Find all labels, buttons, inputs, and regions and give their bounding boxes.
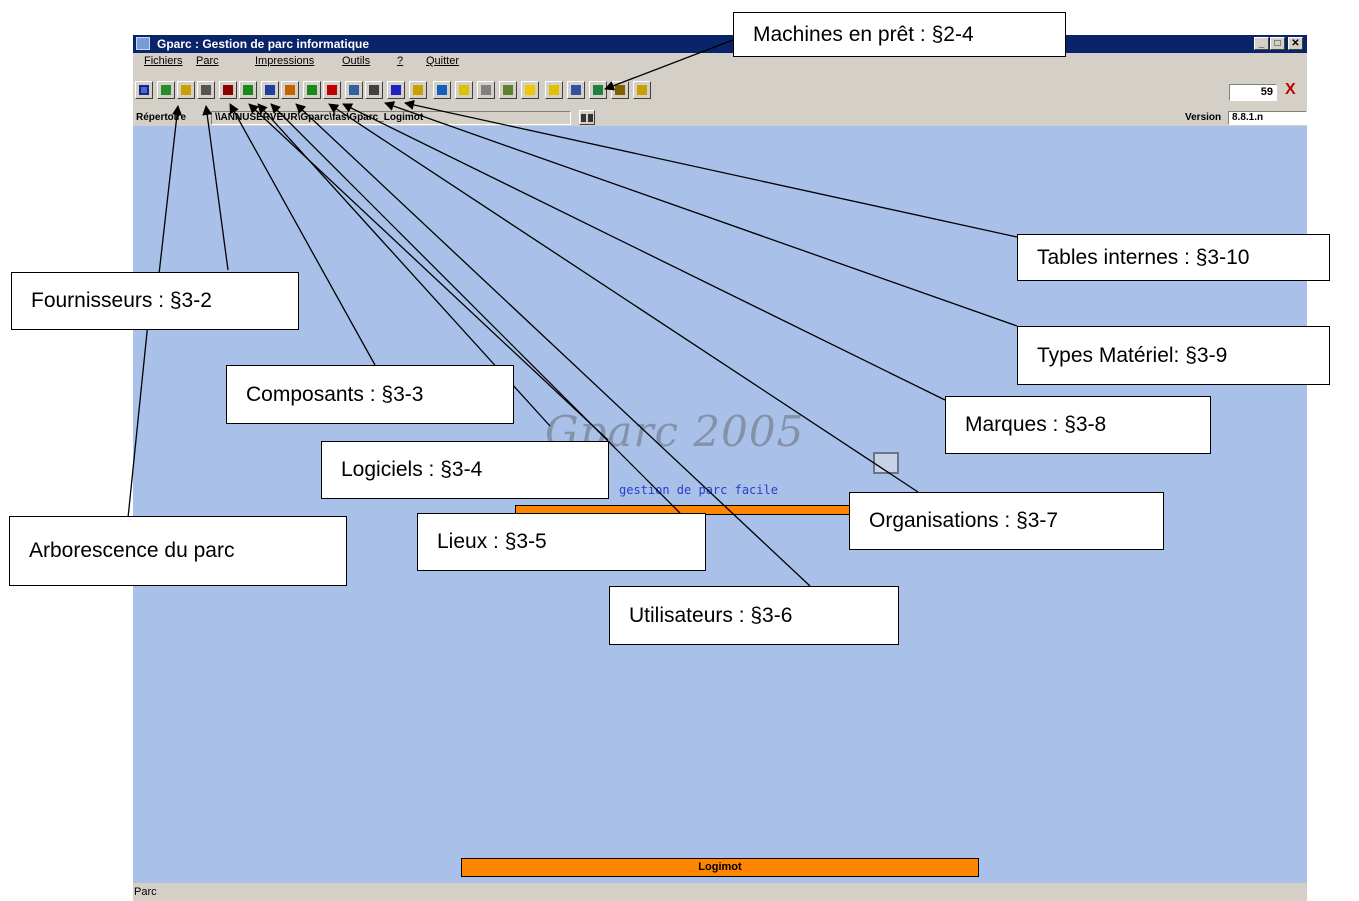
callout-fournisseurs: Fournisseurs : §3-2 <box>11 272 299 330</box>
callout-organisations: Organisations : §3-7 <box>849 492 1164 550</box>
arrow-machines <box>604 39 734 91</box>
arrow-marques <box>342 103 946 401</box>
arrow-fournisseurs-a <box>157 105 182 284</box>
callout-types-materiel: Types Matériel: §3-9 <box>1017 326 1330 385</box>
callout-lieux: Lieux : §3-5 <box>417 513 706 571</box>
callout-arborescence: Arborescence du parc <box>9 516 347 586</box>
callout-logiciels: Logiciels : §3-4 <box>321 441 609 499</box>
callout-composants: Composants : §3-3 <box>226 365 514 424</box>
callout-marques: Marques : §3-8 <box>945 396 1211 454</box>
callout-tables-internes: Tables internes : §3-10 <box>1017 234 1330 281</box>
arrow-types <box>384 101 1018 327</box>
arrow-arborescence <box>127 302 155 519</box>
callout-utilisateurs: Utilisateurs : §3-6 <box>609 586 899 645</box>
callout-machines-en-pret: Machines en prêt : §2-4 <box>733 12 1066 57</box>
arrow-organisations <box>328 103 919 493</box>
arrow-tables <box>404 100 1018 238</box>
arrow-fournisseurs-b <box>202 105 229 271</box>
